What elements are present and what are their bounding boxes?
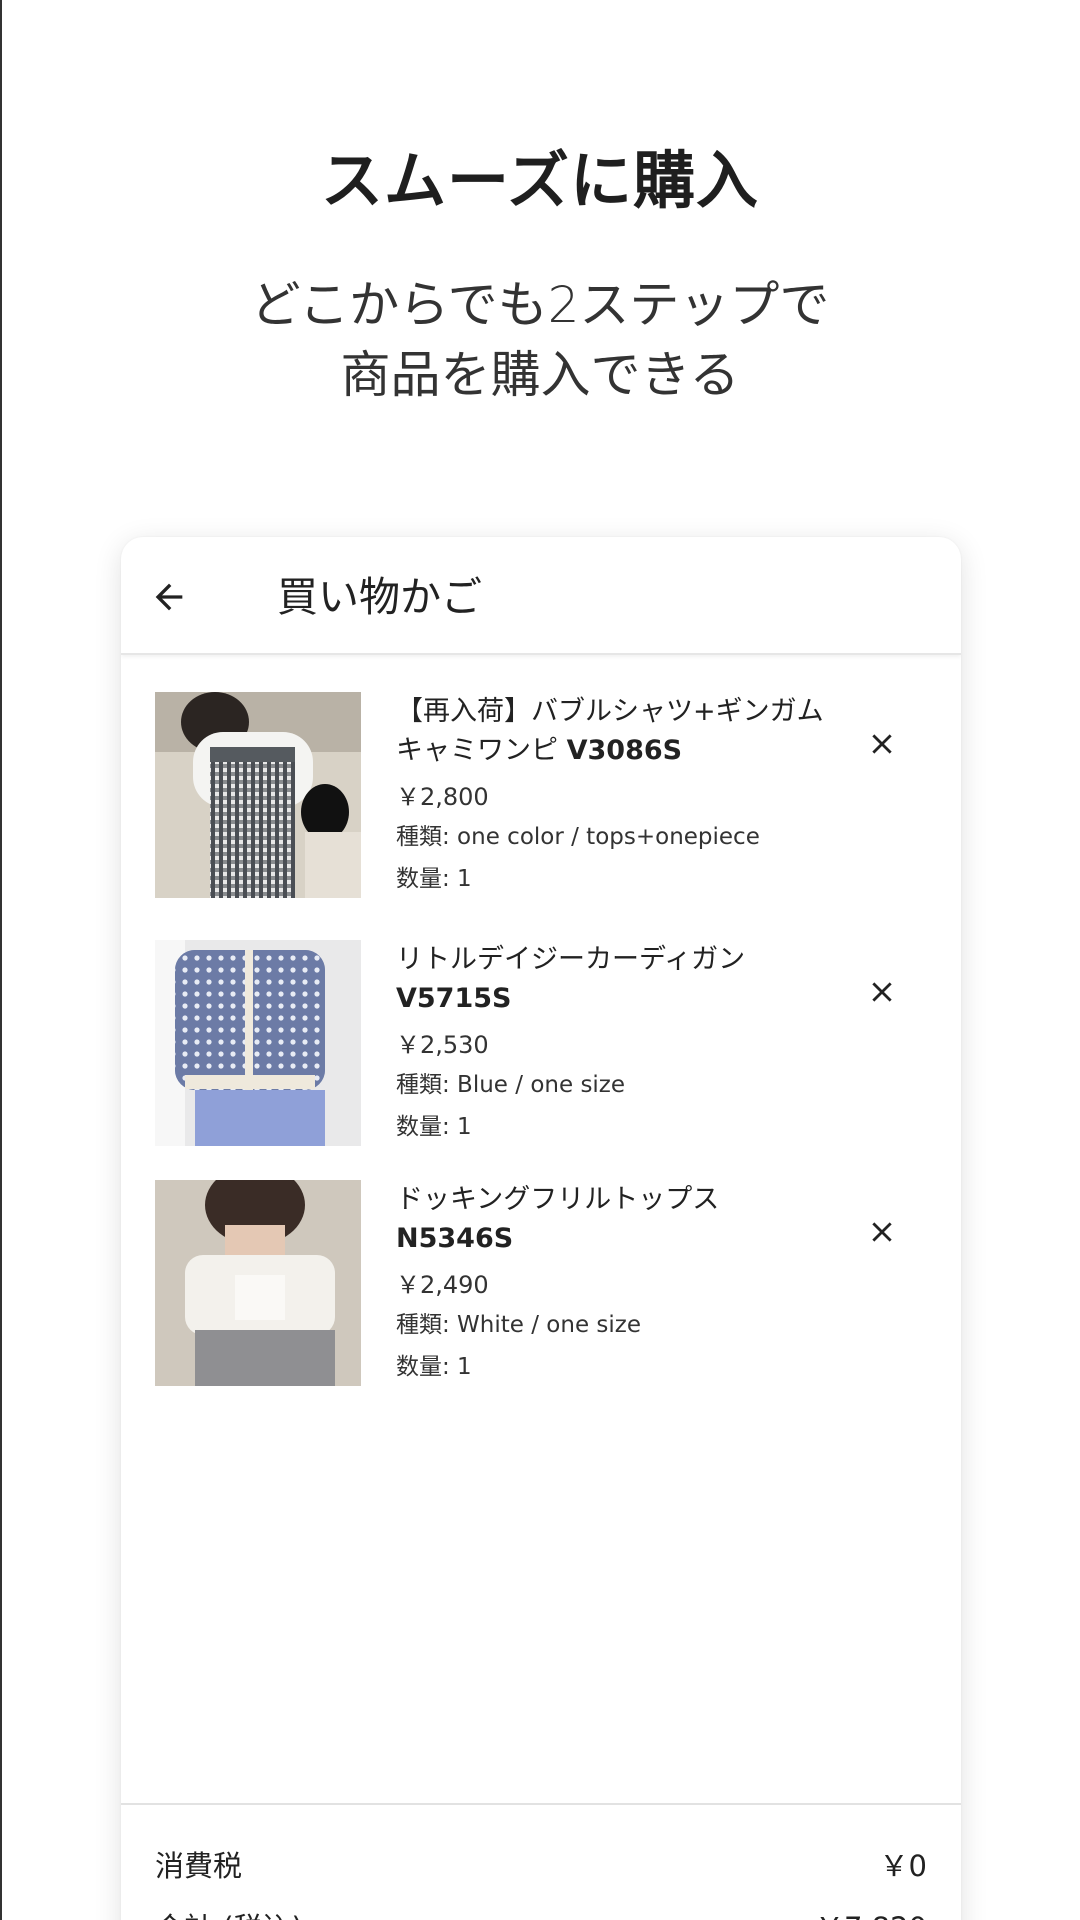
- product-image[interactable]: [155, 1180, 361, 1386]
- item-code: V5715S: [396, 983, 512, 1014]
- item-title-text: リトルデイジーカーディガン: [396, 944, 746, 975]
- close-icon: [872, 734, 892, 754]
- item-variant: 種類: White / one size: [396, 1312, 642, 1338]
- item-info: 【再入荷】バブルシャツ+ギンガムキャミワンピ V3086S ￥2,800 種類:…: [396, 692, 836, 900]
- item-variant: 種類: Blue / one size: [396, 1072, 626, 1098]
- arrow-left-icon: [155, 583, 183, 611]
- cart-item[interactable]: リトルデイジーカーディガン V5715S ￥2,530 種類: Blue / o…: [155, 940, 935, 1146]
- product-image[interactable]: [155, 940, 361, 1146]
- item-price: ￥2,800: [396, 783, 489, 811]
- item-title[interactable]: ドッキングフリルトップス N5346S: [396, 1180, 836, 1258]
- item-info: リトルデイジーカーディガン V5715S ￥2,530 種類: Blue / o…: [396, 940, 836, 1148]
- remove-item-button[interactable]: [860, 970, 904, 1014]
- item-info: ドッキングフリルトップス N5346S ￥2,490 種類: White / o…: [396, 1180, 836, 1388]
- cart-item[interactable]: 【再入荷】バブルシャツ+ギンガムキャミワンピ V3086S ￥2,800 種類:…: [155, 692, 935, 898]
- cart-summary: 消費税 ￥0 合計 (税込) ￥7,820: [121, 1803, 961, 1920]
- subheadline-line-2: 商品を購入できる: [340, 346, 740, 404]
- tax-label: 消費税: [155, 1849, 243, 1883]
- item-quantity: 数量: 1: [396, 1354, 472, 1380]
- remove-item-button[interactable]: [860, 722, 904, 766]
- cart-item[interactable]: ドッキングフリルトップス N5346S ￥2,490 種類: White / o…: [155, 1180, 935, 1386]
- subheadline: どこからでも2ステップで 商品を購入できる: [0, 270, 1080, 410]
- item-price: ￥2,490: [396, 1271, 489, 1299]
- total-label: 合計 (税込): [155, 1905, 303, 1920]
- item-title-text: ドッキングフリルトップス: [396, 1184, 720, 1215]
- headline: スムーズに購入: [321, 144, 759, 217]
- product-photo-cardigan: [155, 940, 361, 1146]
- back-button[interactable]: [141, 569, 197, 625]
- item-quantity: 数量: 1: [396, 1114, 472, 1140]
- item-price: ￥2,530: [396, 1031, 489, 1059]
- product-photo-dress: [155, 692, 361, 898]
- item-title[interactable]: 【再入荷】バブルシャツ+ギンガムキャミワンピ V3086S: [396, 692, 836, 770]
- close-icon: [872, 1222, 892, 1242]
- item-code: N5346S: [396, 1223, 514, 1254]
- item-title[interactable]: リトルデイジーカーディガン V5715S: [396, 940, 836, 1018]
- subheadline-line-1: どこからでも2ステップで: [250, 276, 830, 334]
- product-photo-frill-tops: [155, 1180, 361, 1386]
- item-quantity: 数量: 1: [396, 866, 472, 892]
- item-code: V3086S: [566, 735, 683, 766]
- item-variant: 種類: one color / tops+onepiece: [396, 824, 760, 850]
- app-bar-title: 買い物かご: [277, 573, 482, 621]
- product-image[interactable]: [155, 692, 361, 898]
- close-icon: [872, 982, 892, 1002]
- tax-value: ￥0: [879, 1849, 927, 1883]
- app-bar: 買い物かご: [121, 537, 961, 655]
- remove-item-button[interactable]: [860, 1210, 904, 1254]
- cart-screen-mockup: 買い物かご 【再入荷】バブルシャツ+ギンガムキャミワンピ V3086S ￥2,8…: [121, 537, 961, 1920]
- total-value: ￥7,820: [815, 1905, 927, 1920]
